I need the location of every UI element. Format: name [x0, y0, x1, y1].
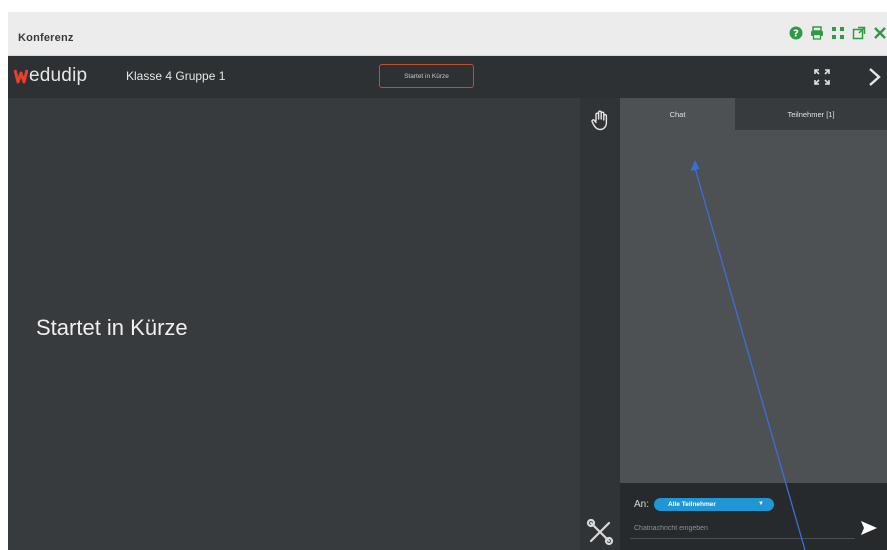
edudip-logo-mark-icon — [14, 69, 28, 84]
recipient-value: Alle Teilnehmer — [668, 501, 716, 508]
chat-input[interactable] — [630, 519, 855, 539]
chat-messages-area — [620, 130, 887, 483]
fullscreen-icon[interactable] — [831, 26, 845, 40]
presentation-stage: Startet in Kürze — [8, 98, 580, 550]
chat-compose: An: Alle Teilnehmer ▼ — [620, 483, 887, 550]
status-pill: Startet in Kürze — [379, 64, 474, 88]
chevron-right-icon[interactable] — [864, 65, 884, 89]
stage-message: Startet in Kürze — [36, 315, 188, 340]
window-controls: ? — [789, 26, 887, 40]
tab-participants[interactable]: Teilnehmer [1] — [735, 98, 887, 130]
panel-tabs: Chat Teilnehmer [1] — [620, 98, 887, 130]
room-name: Klasse 4 Gruppe 1 — [126, 69, 226, 83]
print-icon[interactable] — [810, 26, 824, 40]
window-top-margin — [0, 0, 887, 12]
svg-text:?: ? — [793, 29, 799, 40]
tab-chat[interactable]: Chat — [620, 98, 735, 130]
close-icon[interactable] — [873, 26, 887, 40]
side-panel: Chat Teilnehmer [1] An: Alle Teilnehmer … — [620, 98, 887, 550]
edudip-logo: edudip — [14, 65, 87, 87]
window-title: Konferenz — [18, 32, 74, 44]
tool-column — [580, 98, 620, 550]
send-icon[interactable] — [860, 519, 878, 537]
tools-icon[interactable] — [586, 518, 614, 546]
app-header: edudip Klasse 4 Gruppe 1 Startet in Kürz… — [8, 56, 887, 98]
fullscreen-toggle-icon[interactable] — [813, 68, 831, 86]
help-icon[interactable]: ? — [789, 26, 803, 40]
caret-down-icon: ▼ — [758, 501, 764, 507]
window-titlebar: Konferenz ? — [8, 12, 887, 56]
popout-icon[interactable] — [852, 26, 866, 40]
recipient-select[interactable]: Alle Teilnehmer ▼ — [654, 498, 774, 511]
logo-text: edudip — [29, 65, 88, 86]
raise-hand-icon[interactable] — [590, 109, 610, 131]
recipient-label: An: — [634, 499, 650, 510]
